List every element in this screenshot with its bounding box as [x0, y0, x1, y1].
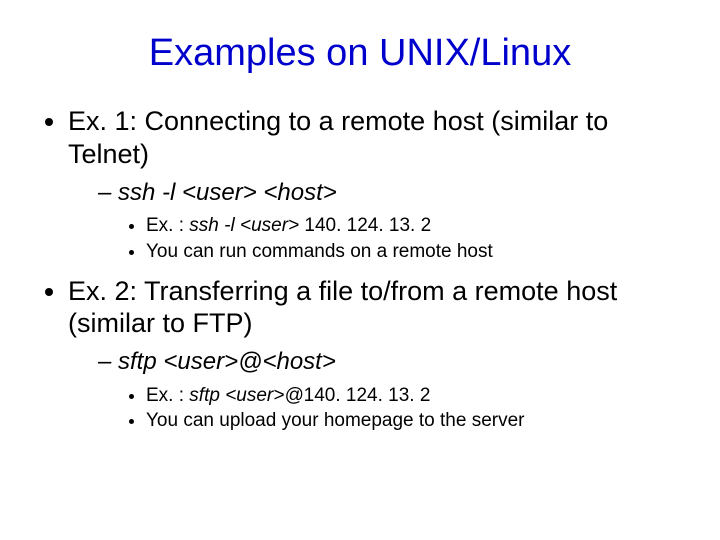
slide-title: Examples on UNIX/Linux: [30, 32, 690, 75]
bullet-list: Ex. 1: Connecting to a remote host (simi…: [30, 105, 690, 434]
ex1-cmd: ssh -l <user> <host> Ex. : ssh -l <user>…: [98, 177, 690, 265]
ex1-subex-cmd: ssh -l <user>: [189, 215, 304, 236]
ex1-subex: Ex. : ssh -l <user> 140. 124. 13. 2: [146, 213, 690, 239]
ex2-cmd: sftp <user>@<host> Ex. : sftp <user>@140…: [98, 346, 690, 434]
ex1-subex-ip: 140. 124. 13. 2: [304, 215, 431, 236]
ex1-subex-prefix: Ex. :: [146, 215, 189, 236]
ex1-cmd-text: ssh -l <user> <host>: [118, 179, 337, 206]
ex2-subex-ip: 140. 124. 13. 2: [304, 385, 431, 406]
ex2-item: Ex. 2: Transferring a file to/from a rem…: [68, 275, 690, 435]
ex2-cmd-text: sftp <user>@<host>: [118, 348, 336, 375]
slide: Examples on UNIX/Linux Ex. 1: Connecting…: [0, 0, 720, 540]
ex1-note: You can run commands on a remote host: [146, 239, 690, 265]
ex1-heading: Ex. 1: Connecting to a remote host (simi…: [68, 106, 608, 169]
ex2-heading: Ex. 2: Transferring a file to/from a rem…: [68, 276, 617, 339]
ex1-item: Ex. 1: Connecting to a remote host (simi…: [68, 105, 690, 265]
ex2-subex: Ex. : sftp <user>@140. 124. 13. 2: [146, 383, 690, 409]
ex2-subex-prefix: Ex. :: [146, 385, 189, 406]
ex2-note: You can upload your homepage to the serv…: [146, 408, 690, 434]
ex2-subex-cmd: sftp <user>@: [189, 385, 303, 406]
